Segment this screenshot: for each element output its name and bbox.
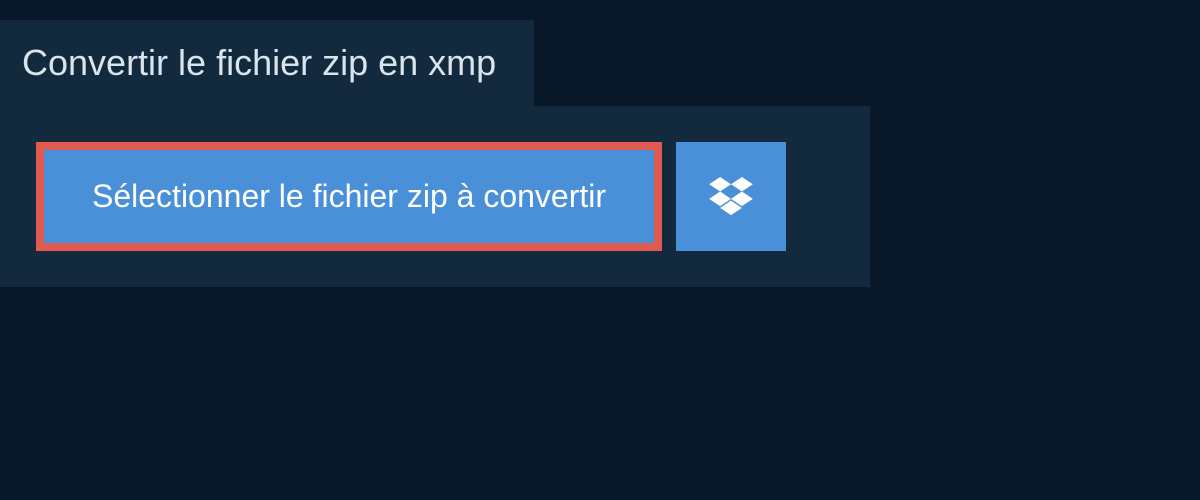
dropbox-icon [709,177,753,217]
select-file-button[interactable]: Sélectionner le fichier zip à convertir [36,142,662,251]
page-title: Convertir le fichier zip en xmp [22,42,496,84]
button-row: Sélectionner le fichier zip à convertir [36,142,834,251]
select-file-label: Sélectionner le fichier zip à convertir [92,178,606,215]
dropbox-button[interactable] [676,142,786,251]
converter-panel: Sélectionner le fichier zip à convertir [0,106,870,287]
header-tab: Convertir le fichier zip en xmp [0,20,534,106]
